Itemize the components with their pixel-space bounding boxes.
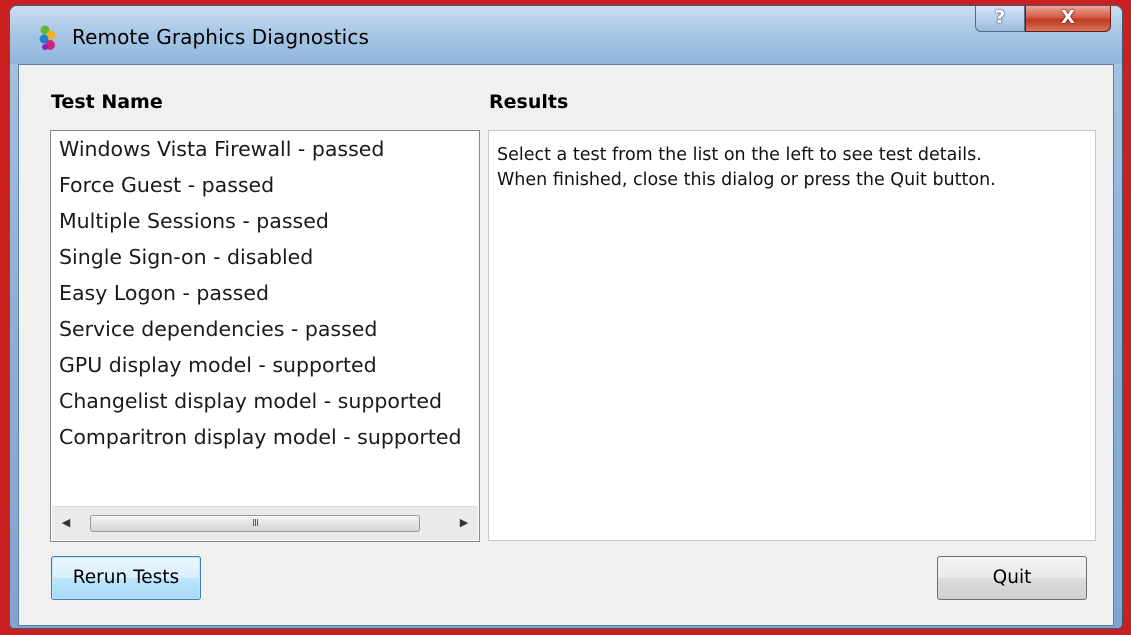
horizontal-scrollbar[interactable]: ◀ III ▶ bbox=[52, 506, 478, 540]
title-bar[interactable]: Remote Graphics Diagnostics ? X bbox=[10, 6, 1122, 64]
list-item[interactable]: Easy Logon - passed bbox=[59, 281, 269, 305]
results-header: Results bbox=[489, 91, 569, 113]
results-text-line: Select a test from the list on the left … bbox=[497, 145, 982, 165]
scroll-left-icon[interactable]: ◀ bbox=[58, 515, 74, 531]
grip-icon: III bbox=[252, 518, 259, 529]
test-name-header: Test Name bbox=[51, 91, 163, 113]
dialog-client-area: Test Name Results Windows Vista Firewall… bbox=[18, 64, 1114, 626]
test-list[interactable]: Windows Vista Firewall - passed Force Gu… bbox=[50, 130, 480, 542]
scroll-right-icon[interactable]: ▶ bbox=[456, 515, 472, 531]
app-icon bbox=[39, 25, 56, 50]
list-item[interactable]: GPU display model - supported bbox=[59, 353, 377, 377]
results-text-line: When finished, close this dialog or pres… bbox=[497, 170, 996, 190]
list-item[interactable]: Windows Vista Firewall - passed bbox=[59, 137, 384, 161]
list-item[interactable]: Changelist display model - supported bbox=[59, 389, 442, 413]
screenshot-frame: Remote Graphics Diagnostics ? X Test Nam… bbox=[0, 0, 1131, 635]
rerun-tests-button[interactable]: Rerun Tests bbox=[51, 556, 201, 600]
list-item[interactable]: Comparitron display model - supported bbox=[59, 425, 462, 449]
help-button[interactable]: ? bbox=[975, 6, 1025, 32]
results-panel[interactable]: Select a test from the list on the left … bbox=[488, 130, 1096, 541]
window-title: Remote Graphics Diagnostics bbox=[72, 25, 369, 49]
dialog-window: Remote Graphics Diagnostics ? X Test Nam… bbox=[9, 5, 1123, 629]
list-item[interactable]: Force Guest - passed bbox=[59, 173, 274, 197]
help-icon: ? bbox=[994, 7, 1006, 28]
quit-button[interactable]: Quit bbox=[937, 556, 1087, 600]
list-item[interactable]: Multiple Sessions - passed bbox=[59, 209, 329, 233]
scrollbar-thumb[interactable]: III bbox=[90, 515, 420, 532]
list-item[interactable]: Single Sign-on - disabled bbox=[59, 245, 313, 269]
close-button[interactable]: X bbox=[1025, 6, 1111, 32]
close-icon: X bbox=[1061, 7, 1075, 28]
list-item[interactable]: Service dependencies - passed bbox=[59, 317, 377, 341]
